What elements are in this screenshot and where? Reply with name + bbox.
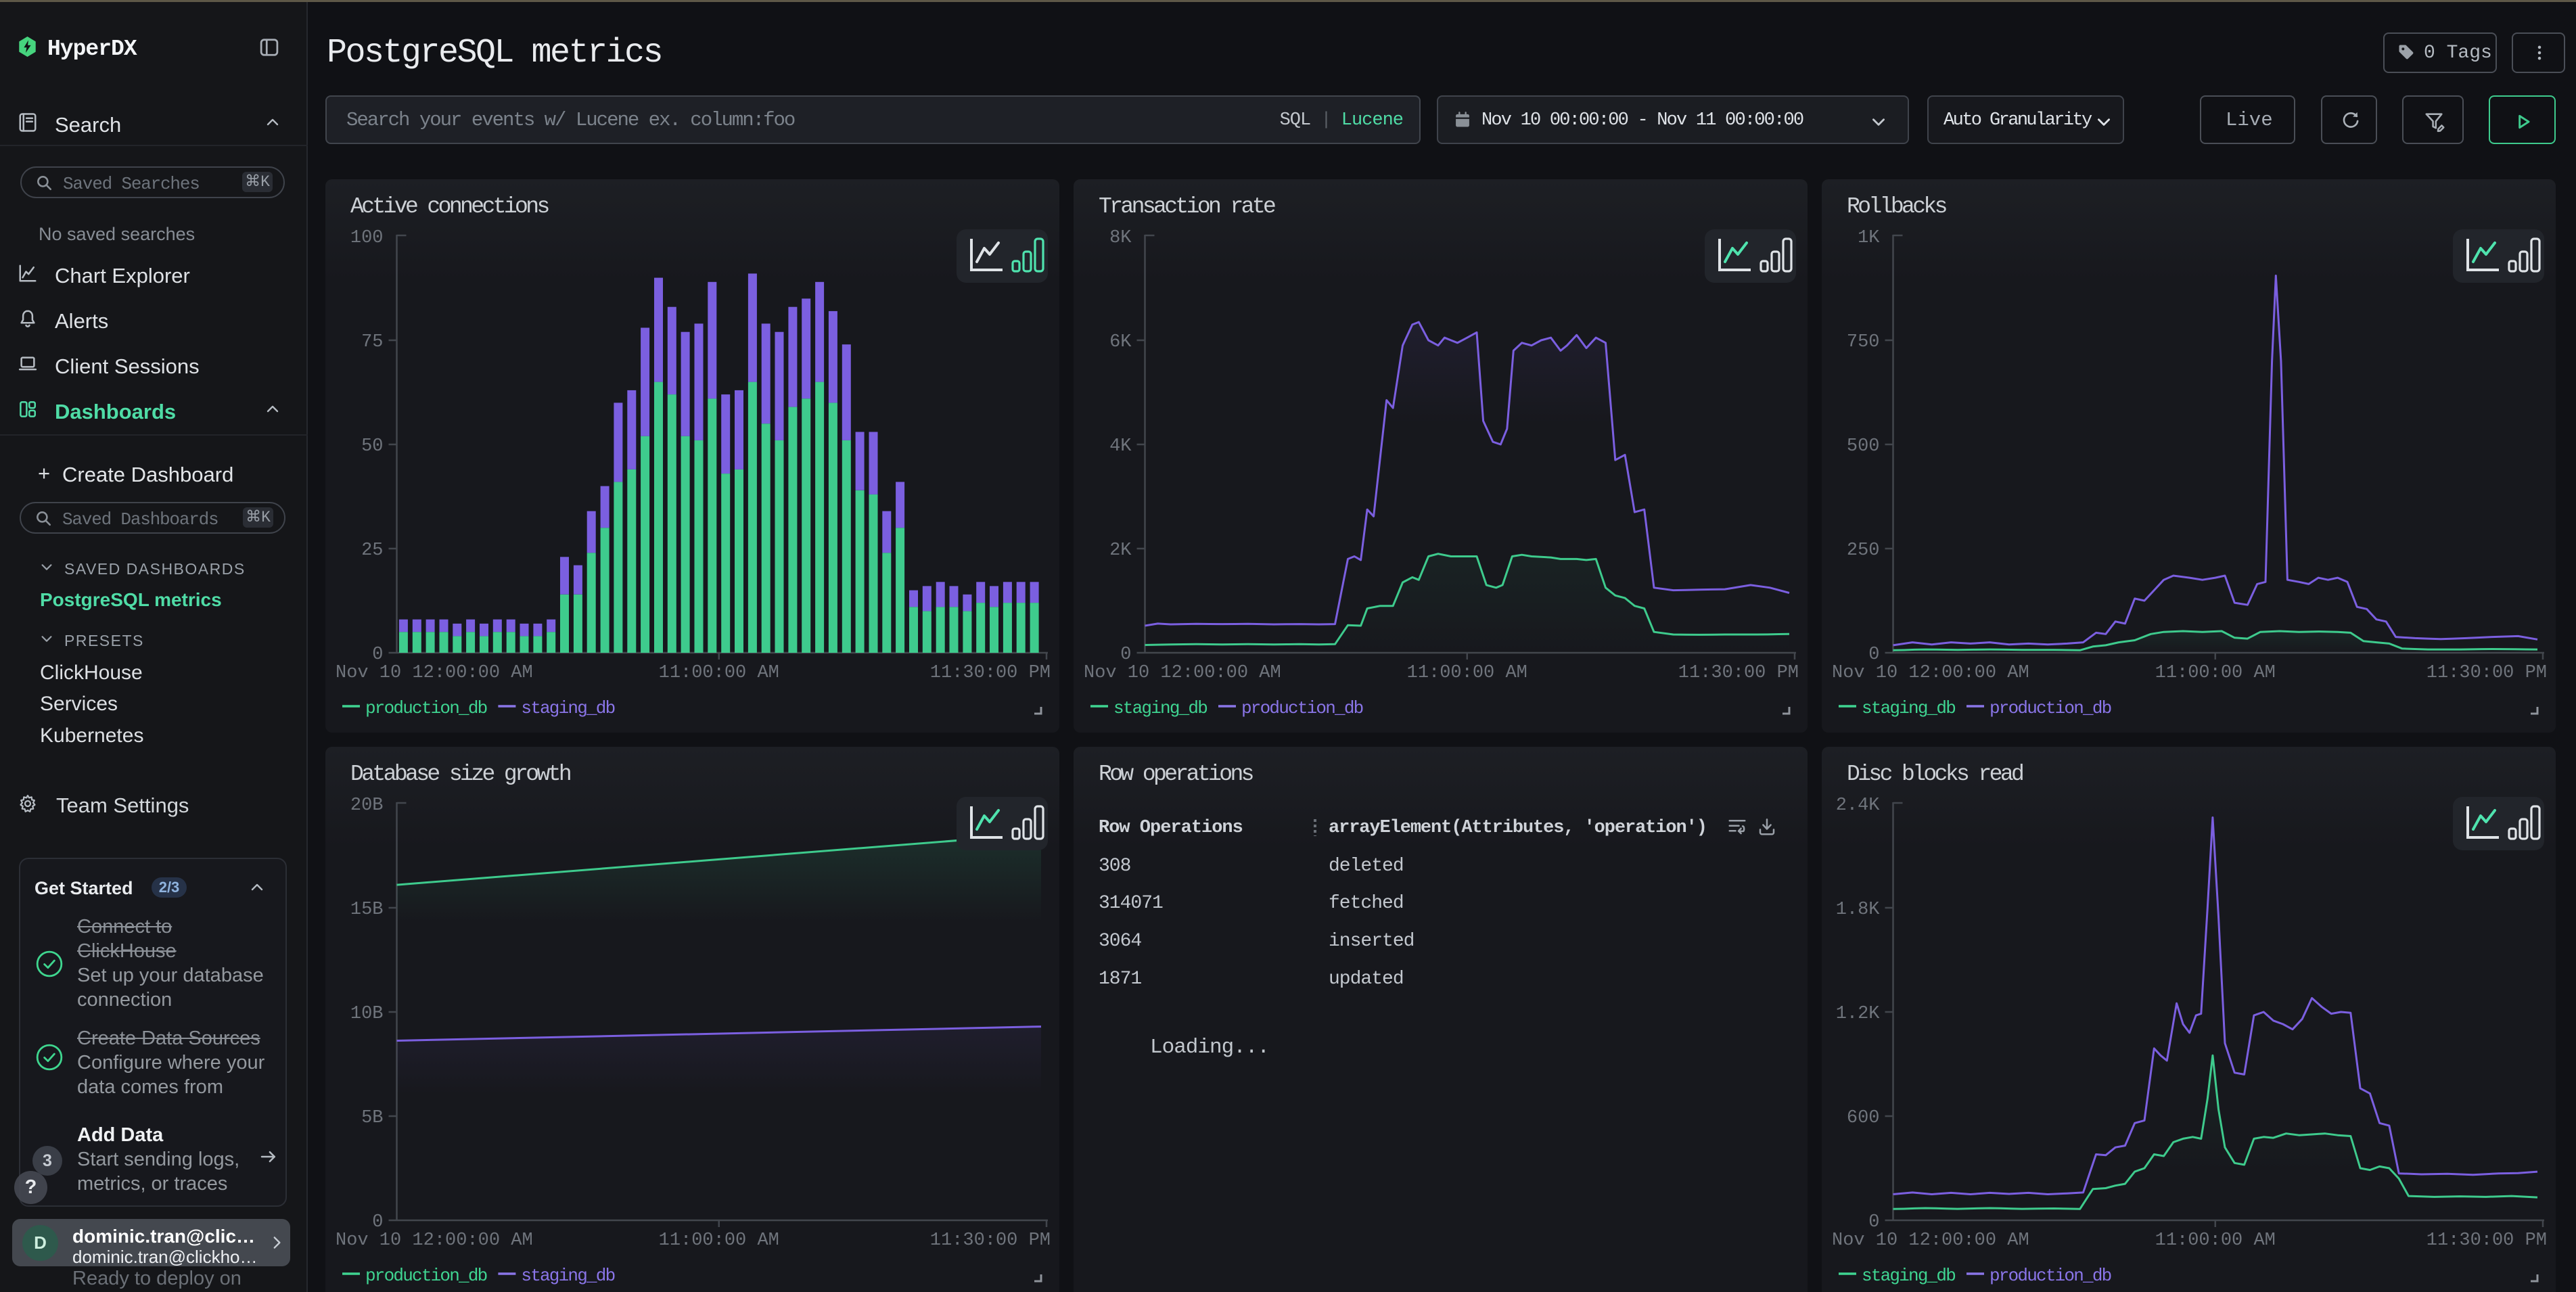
svg-text:0: 0	[1120, 645, 1131, 665]
svg-text:11:30:00 PM: 11:30:00 PM	[930, 663, 1051, 683]
svg-text:production_db: production_db	[1990, 698, 2111, 718]
svg-text:2.4K: 2.4K	[1836, 795, 1881, 816]
svg-text:production_db: production_db	[1990, 1266, 2111, 1286]
svg-text:25: 25	[361, 540, 383, 561]
svg-text:11:00:00 AM: 11:00:00 AM	[2155, 1230, 2276, 1251]
svg-text:15B: 15B	[350, 900, 384, 920]
svg-text:11:00:00 AM: 11:00:00 AM	[659, 663, 779, 683]
svg-text:11:00:00 AM: 11:00:00 AM	[1407, 663, 1527, 683]
svg-text:staging_db: staging_db	[1862, 1266, 1955, 1286]
svg-text:11:30:00 PM: 11:30:00 PM	[2426, 663, 2547, 683]
svg-text:0: 0	[372, 1212, 383, 1232]
svg-text:2K: 2K	[1109, 540, 1132, 561]
svg-text:8K: 8K	[1109, 228, 1132, 248]
svg-text:1.8K: 1.8K	[1836, 900, 1881, 920]
svg-text:20B: 20B	[350, 795, 384, 816]
svg-text:11:00:00 AM: 11:00:00 AM	[2155, 663, 2276, 683]
svg-text:75: 75	[361, 332, 383, 352]
svg-text:10B: 10B	[350, 1004, 384, 1024]
svg-text:1K: 1K	[1858, 228, 1880, 248]
svg-text:staging_db: staging_db	[521, 698, 614, 718]
svg-text:0: 0	[1868, 1212, 1879, 1232]
svg-text:Nov 10 12:00:00 AM: Nov 10 12:00:00 AM	[336, 663, 533, 683]
svg-text:staging_db: staging_db	[521, 1266, 614, 1286]
svg-text:600: 600	[1847, 1108, 1880, 1128]
svg-text:5B: 5B	[361, 1108, 383, 1128]
svg-text:Nov 10 12:00:00 AM: Nov 10 12:00:00 AM	[1832, 663, 2029, 683]
svg-text:100: 100	[350, 228, 384, 248]
svg-text:6K: 6K	[1109, 332, 1132, 352]
svg-text:Nov 10 12:00:00 AM: Nov 10 12:00:00 AM	[336, 1230, 533, 1251]
svg-text:11:30:00 PM: 11:30:00 PM	[930, 1230, 1051, 1251]
svg-text:11:30:00 PM: 11:30:00 PM	[1678, 663, 1799, 683]
svg-text:11:30:00 PM: 11:30:00 PM	[2426, 1230, 2547, 1251]
svg-text:11:00:00 AM: 11:00:00 AM	[659, 1230, 779, 1251]
svg-text:Nov 10 12:00:00 AM: Nov 10 12:00:00 AM	[1084, 663, 1281, 683]
svg-text:500: 500	[1847, 436, 1880, 457]
svg-text:0: 0	[1868, 645, 1879, 665]
svg-text:production_db: production_db	[365, 698, 487, 718]
svg-text:4K: 4K	[1109, 436, 1132, 457]
svg-text:0: 0	[372, 645, 383, 665]
svg-text:production_db: production_db	[365, 1266, 487, 1286]
svg-text:production_db: production_db	[1241, 698, 1363, 718]
svg-text:Nov 10 12:00:00 AM: Nov 10 12:00:00 AM	[1832, 1230, 2029, 1251]
svg-text:1.2K: 1.2K	[1836, 1004, 1881, 1024]
svg-text:750: 750	[1847, 332, 1880, 352]
svg-text:staging_db: staging_db	[1862, 698, 1955, 718]
svg-text:staging_db: staging_db	[1113, 698, 1207, 718]
svg-text:50: 50	[361, 436, 383, 457]
svg-text:250: 250	[1847, 540, 1880, 561]
